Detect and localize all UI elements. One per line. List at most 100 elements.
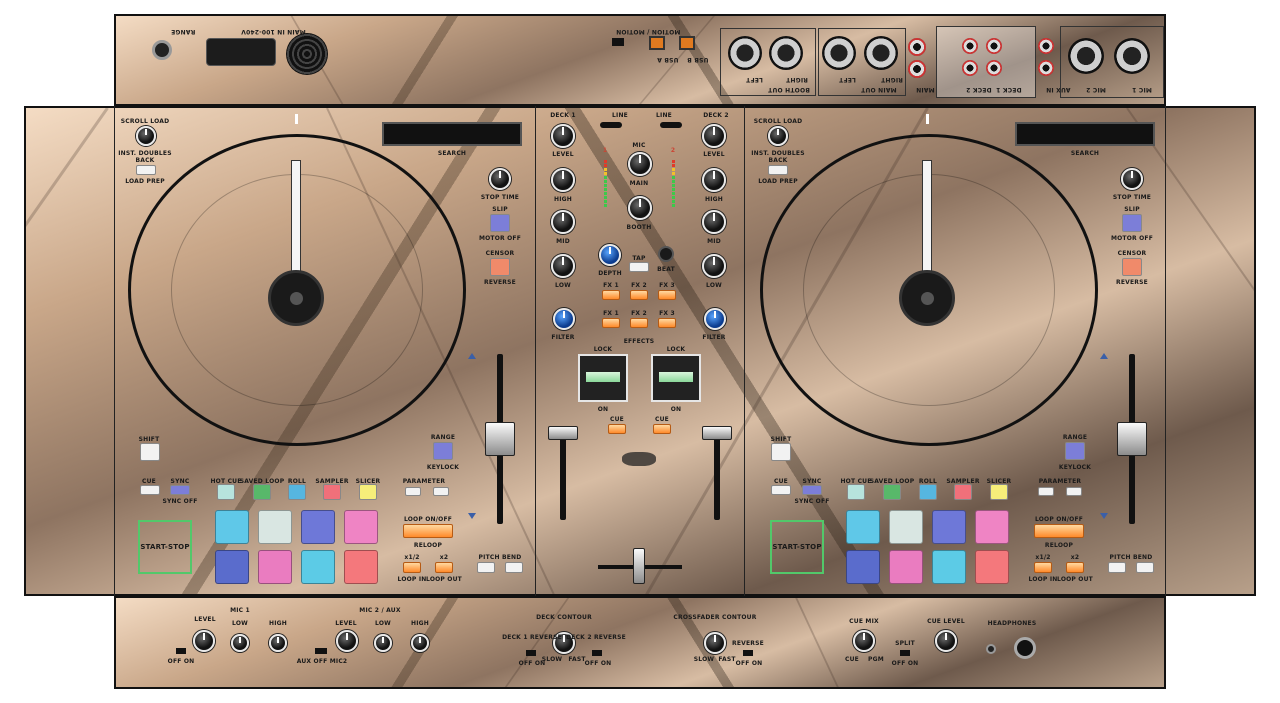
ch1-filter-knob[interactable]	[553, 308, 575, 330]
left-range-button[interactable]	[433, 442, 453, 460]
aux-rca-left[interactable]	[1038, 38, 1054, 54]
depth-knob[interactable]	[599, 244, 621, 266]
right-hot-cue-button[interactable]	[847, 484, 865, 500]
split-switch[interactable]	[900, 650, 910, 656]
mic2-high-knob[interactable]	[411, 634, 429, 652]
right-sync-button[interactable]	[802, 485, 822, 495]
left-saved-loop-button[interactable]	[253, 484, 271, 500]
right-range-button[interactable]	[1065, 442, 1085, 460]
right-scroll-load-knob[interactable]	[768, 126, 788, 146]
main-level-knob[interactable]	[628, 196, 652, 220]
ch1-mid-knob[interactable]	[551, 210, 575, 234]
ch2-level-knob[interactable]	[702, 124, 726, 148]
ch1-fx3-button[interactable]	[658, 290, 676, 300]
right-pitch-bend-plus-button[interactable]	[1136, 562, 1154, 573]
left-pad-1[interactable]	[215, 510, 249, 544]
left-loop-on-off-button[interactable]	[403, 524, 453, 538]
left-parameter-plus-button[interactable]	[433, 487, 449, 496]
deck2-rca-left[interactable]	[962, 38, 978, 54]
main-out-right-jack[interactable]	[864, 36, 898, 70]
deck1-line-switch[interactable]	[600, 122, 622, 128]
ch1-low-knob[interactable]	[551, 254, 575, 278]
left-sampler-button[interactable]	[323, 484, 341, 500]
deck1-rca-right[interactable]	[986, 60, 1002, 76]
right-pad-6[interactable]	[889, 550, 923, 584]
left-pad-3[interactable]	[301, 510, 335, 544]
left-hot-cue-button[interactable]	[217, 484, 235, 500]
right-stop-time-knob[interactable]	[1121, 168, 1143, 190]
right-loop-out-button[interactable]	[1066, 562, 1084, 573]
right-parameter-minus-button[interactable]	[1038, 487, 1054, 496]
left-pitch-fader[interactable]	[485, 422, 515, 456]
mic1-high-knob[interactable]	[269, 634, 287, 652]
left-search-strip[interactable]	[382, 122, 522, 146]
right-censor-button[interactable]	[1122, 258, 1142, 276]
left-roll-button[interactable]	[288, 484, 306, 500]
left-pitch-bend-minus-button[interactable]	[477, 562, 495, 573]
crossfader-reverse-switch[interactable]	[743, 650, 753, 656]
ch2-fx3-button[interactable]	[658, 318, 676, 328]
crossfader-contour-knob[interactable]	[704, 632, 726, 654]
left-censor-button[interactable]	[490, 258, 510, 276]
right-shift-button[interactable]	[771, 443, 791, 461]
mic1-level-knob[interactable]	[193, 630, 215, 652]
right-parameter-plus-button[interactable]	[1066, 487, 1082, 496]
right-sampler-button[interactable]	[954, 484, 972, 500]
left-pad-8[interactable]	[344, 550, 378, 584]
power-switch[interactable]	[286, 33, 328, 75]
tap-button[interactable]	[629, 262, 649, 272]
right-roll-button[interactable]	[919, 484, 937, 500]
left-scroll-load-knob[interactable]	[136, 126, 156, 146]
deck2-rca-right[interactable]	[962, 60, 978, 76]
usb-b-port[interactable]	[679, 36, 695, 50]
left-back-button[interactable]	[136, 165, 156, 175]
deck1-rca-left[interactable]	[986, 38, 1002, 54]
headphone-jack[interactable]	[1014, 637, 1036, 659]
right-search-strip[interactable]	[1015, 122, 1155, 146]
left-shift-button[interactable]	[140, 443, 160, 461]
left-pad-2[interactable]	[258, 510, 292, 544]
mic1-on-switch[interactable]	[176, 648, 186, 654]
right-cue-button[interactable]	[771, 485, 791, 495]
ch1-cue-button[interactable]	[608, 424, 626, 434]
booth-out-right-jack[interactable]	[769, 36, 803, 70]
main-rca-right[interactable]	[908, 60, 926, 78]
right-slicer-button[interactable]	[990, 484, 1008, 500]
deck2-reverse-switch[interactable]	[592, 650, 602, 656]
left-slip-button[interactable]	[490, 214, 510, 232]
mic1-low-knob[interactable]	[231, 634, 249, 652]
right-pad-4[interactable]	[975, 510, 1009, 544]
left-stop-time-knob[interactable]	[489, 168, 511, 190]
left-parameter-minus-button[interactable]	[405, 487, 421, 496]
left-pitch-bend-plus-button[interactable]	[505, 562, 523, 573]
ch2-low-knob[interactable]	[702, 254, 726, 278]
cue-level-knob[interactable]	[935, 630, 957, 652]
mic2-combo-jack[interactable]	[1068, 38, 1104, 74]
left-cue-button[interactable]	[140, 485, 160, 495]
ch1-fx1-button[interactable]	[602, 290, 620, 300]
left-loop-in-button[interactable]	[403, 562, 421, 573]
right-pad-2[interactable]	[889, 510, 923, 544]
mic2-level-knob[interactable]	[336, 630, 358, 652]
ch1-high-knob[interactable]	[551, 168, 575, 192]
right-pad-8[interactable]	[975, 550, 1009, 584]
right-pad-7[interactable]	[932, 550, 966, 584]
motion-switch[interactable]	[612, 38, 624, 46]
left-pad-6[interactable]	[258, 550, 292, 584]
deck2-line-switch[interactable]	[660, 122, 682, 128]
ch2-fx1-button[interactable]	[602, 318, 620, 328]
mic1-combo-jack[interactable]	[1114, 38, 1150, 74]
mic2-aux-switch[interactable]	[315, 648, 327, 654]
right-saved-loop-button[interactable]	[883, 484, 901, 500]
mic2-low-knob[interactable]	[374, 634, 392, 652]
right-pitch-fader[interactable]	[1117, 422, 1147, 456]
headphone-mini-jack[interactable]	[986, 644, 996, 654]
ch2-high-knob[interactable]	[702, 168, 726, 192]
ch2-channel-fader[interactable]	[702, 426, 732, 440]
left-pad-7[interactable]	[301, 550, 335, 584]
usb-a-port[interactable]	[649, 36, 665, 50]
ch2-fx2-button[interactable]	[630, 318, 648, 328]
right-pitch-bend-minus-button[interactable]	[1108, 562, 1126, 573]
left-loop-out-button[interactable]	[435, 562, 453, 573]
crossfader[interactable]	[633, 548, 645, 584]
